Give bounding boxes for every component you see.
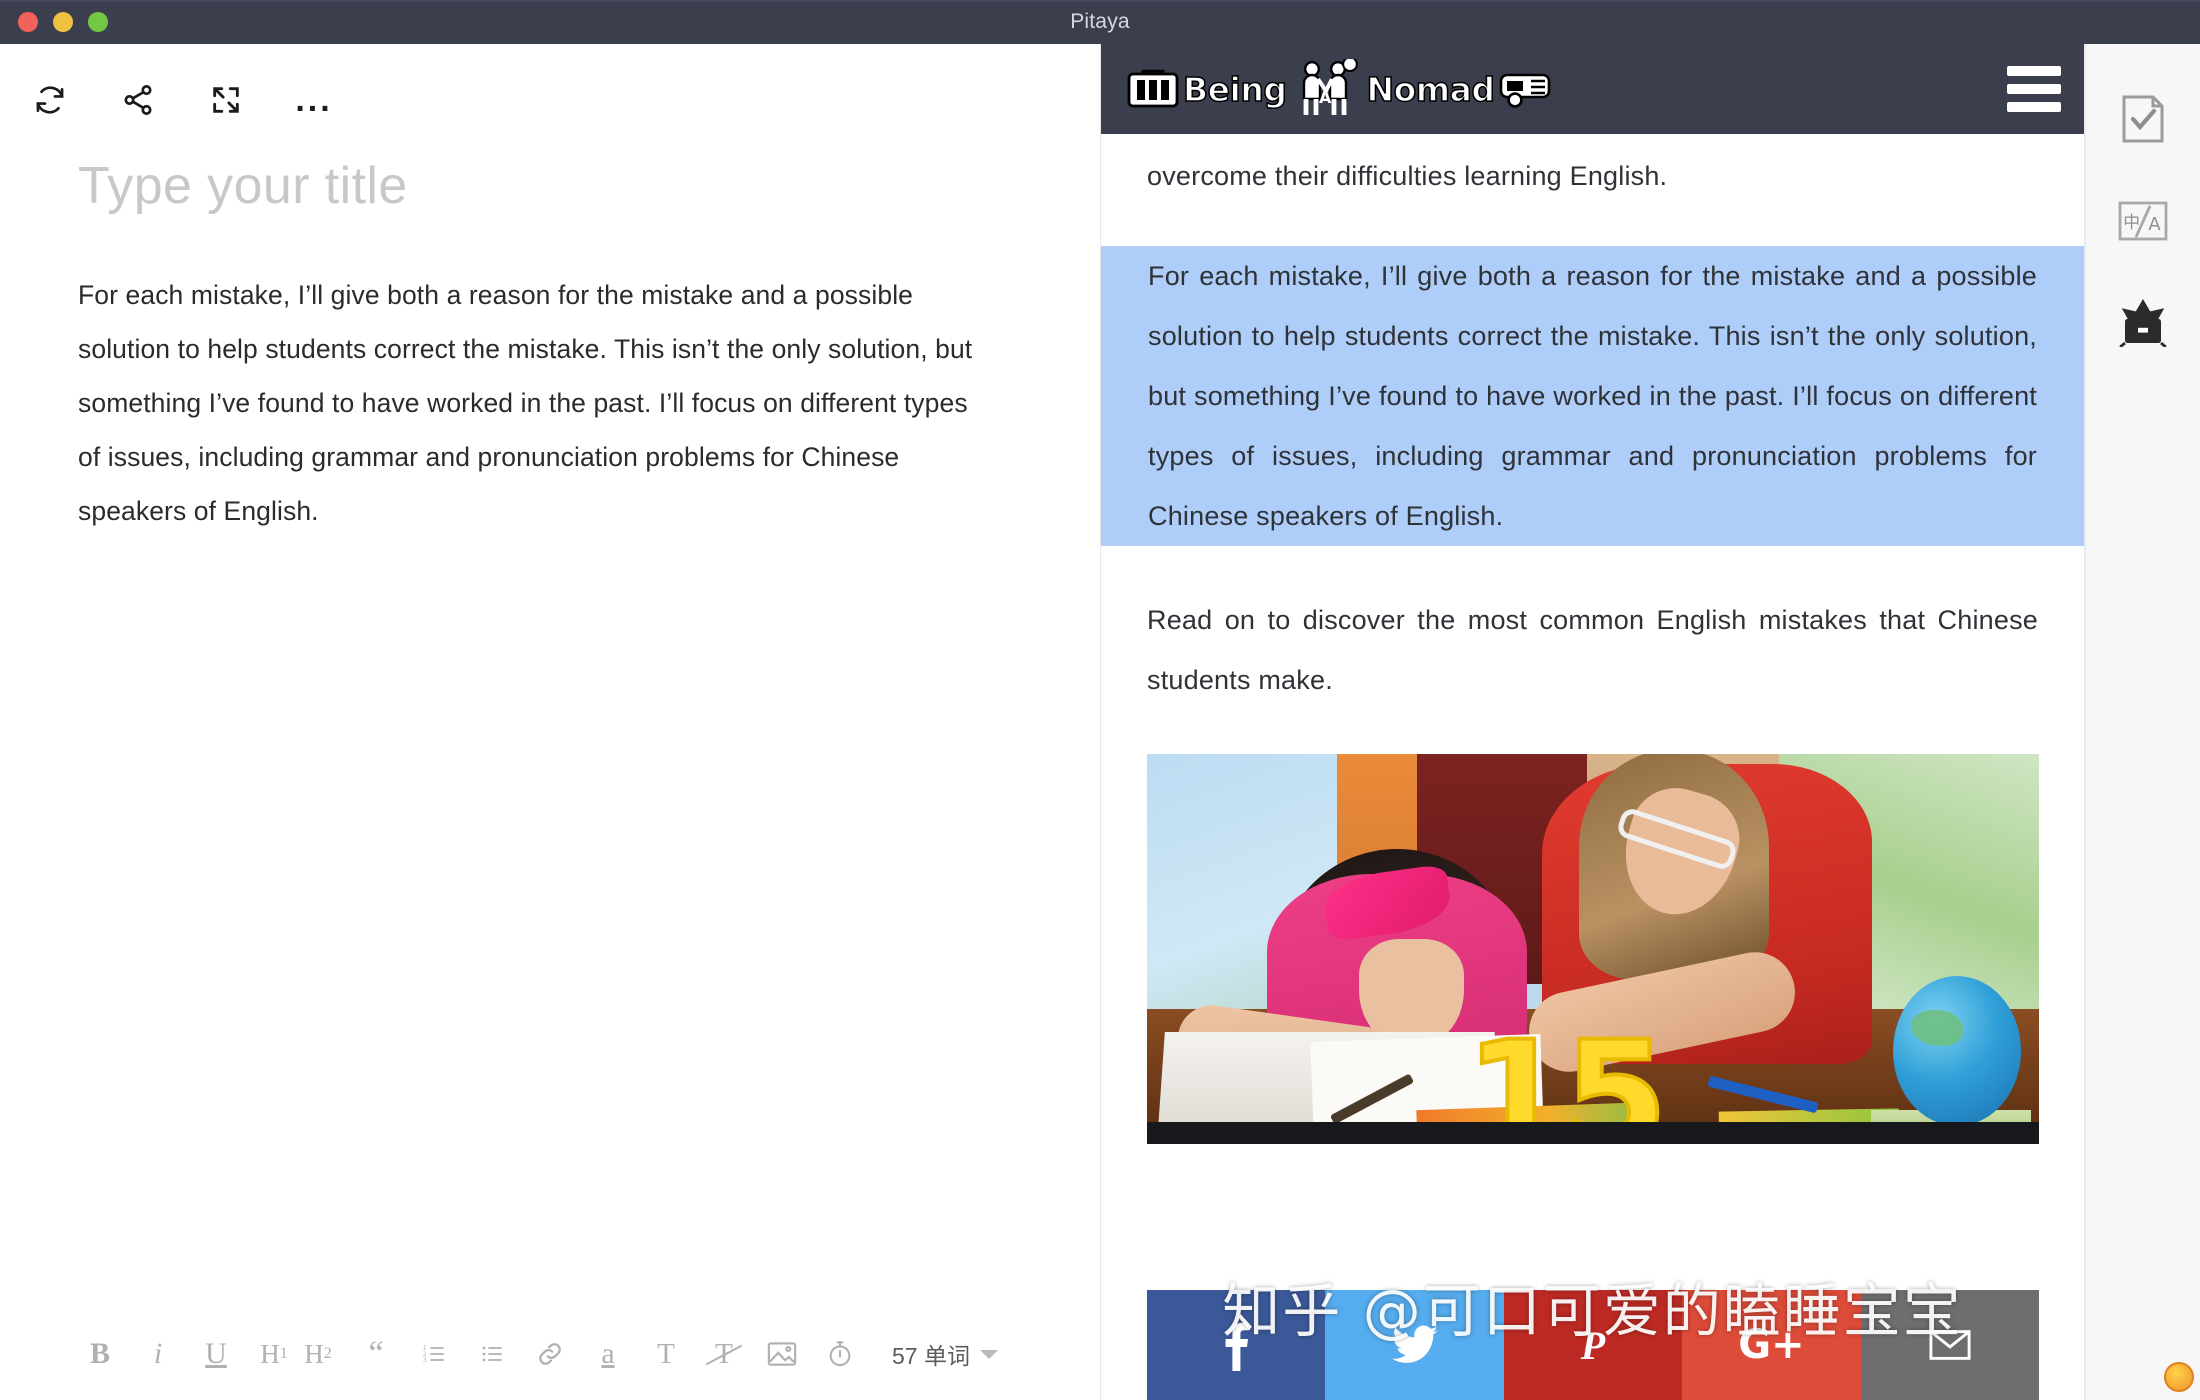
word-count-label: 57 单词: [892, 1343, 970, 1369]
sync-icon[interactable]: [30, 80, 70, 120]
window-titlebar: Pitaya: [0, 0, 2200, 44]
caravan-icon: [1499, 69, 1557, 109]
tool-rail: 中 A: [2085, 44, 2200, 1400]
heading2-button[interactable]: H2: [296, 1332, 340, 1376]
svg-text:A: A: [1319, 88, 1332, 107]
proofread-icon[interactable]: [2116, 92, 2170, 146]
app-window: Pitaya ... Type your title For each mist…: [0, 0, 2200, 1400]
format-toolbar: B i U H1 H2 “ 1 23 a T T 57 单词: [0, 1308, 1100, 1400]
suitcase-icon: [1127, 68, 1179, 110]
preview-pane[interactable]: … to Chinese students. But students can …: [1101, 44, 2085, 1400]
blockquote-button[interactable]: “: [354, 1332, 398, 1376]
bold-button[interactable]: B: [78, 1332, 122, 1376]
social-share-bar: P G+: [1147, 1290, 2040, 1400]
svg-text:中: 中: [2123, 212, 2140, 232]
logo-text-right: Nomad: [1366, 69, 1496, 110]
bullet-list-button[interactable]: [470, 1332, 514, 1376]
translate-icon[interactable]: 中 A: [2116, 194, 2170, 248]
figure-bottom-bar: [1147, 1122, 2039, 1144]
window-body: ... Type your title For each mistake, I’…: [0, 44, 2200, 1400]
hamburger-menu-icon[interactable]: [2007, 66, 2061, 112]
document-title-placeholder[interactable]: Type your title: [78, 156, 1040, 216]
archive-icon[interactable]: [2116, 296, 2170, 350]
share-googleplus[interactable]: G+: [1682, 1290, 1861, 1400]
underline-button[interactable]: U: [194, 1332, 238, 1376]
fullscreen-icon[interactable]: [206, 80, 246, 120]
timer-button[interactable]: [818, 1332, 862, 1376]
selected-text: For each mistake, I’ll give both a reaso…: [1147, 261, 2038, 531]
share-email[interactable]: [1860, 1290, 2040, 1400]
googleplus-glyph: G+: [1738, 1322, 1805, 1368]
editor-pane: ... Type your title For each mistake, I’…: [0, 44, 1101, 1400]
status-badge-icon[interactable]: [2164, 1362, 2194, 1392]
share-icon[interactable]: [118, 80, 158, 120]
chevron-down-icon[interactable]: [979, 1349, 998, 1359]
clear-format-button[interactable]: T: [702, 1332, 746, 1376]
more-dots-glyph: ...: [295, 81, 333, 119]
word-count-control[interactable]: 57 单词: [892, 1337, 998, 1371]
insert-image-button[interactable]: [760, 1332, 804, 1376]
ordered-list-button[interactable]: 1 23: [412, 1332, 456, 1376]
site-header-bar: Being A Nomad: [1101, 44, 2084, 134]
preview-paragraph-after: Read on to discover the most common Engl…: [1147, 605, 2038, 695]
document-body-text[interactable]: For each mistake, I’ll give both a reaso…: [78, 268, 983, 538]
italic-button[interactable]: i: [136, 1332, 180, 1376]
share-pinterest[interactable]: P: [1503, 1290, 1683, 1400]
share-twitter[interactable]: [1325, 1290, 1504, 1400]
text-style-button[interactable]: T: [644, 1332, 688, 1376]
preview-content: … to Chinese students. But students can …: [1101, 44, 2084, 1144]
link-button[interactable]: [528, 1332, 572, 1376]
svg-text:3: 3: [423, 1356, 427, 1364]
editor-document[interactable]: Type your title For each mistake, I’ll g…: [0, 134, 1100, 1308]
heading1-button[interactable]: H1: [252, 1332, 296, 1376]
svg-text:A: A: [2148, 214, 2161, 235]
logo-text-left: Being: [1182, 69, 1287, 110]
article-image: 15: [1147, 754, 2039, 1144]
window-title: Pitaya: [1070, 10, 1130, 33]
family-icon: A: [1290, 59, 1362, 119]
editor-top-toolbar: ...: [0, 44, 1100, 134]
more-icon[interactable]: ...: [294, 80, 334, 120]
share-facebook[interactable]: [1147, 1290, 1326, 1400]
site-logo[interactable]: Being A Nomad: [1127, 59, 1557, 119]
highlight-button[interactable]: a: [586, 1332, 630, 1376]
preview-paragraph-selected[interactable]: For each mistake, I’ll give both a reaso…: [1101, 246, 2084, 546]
